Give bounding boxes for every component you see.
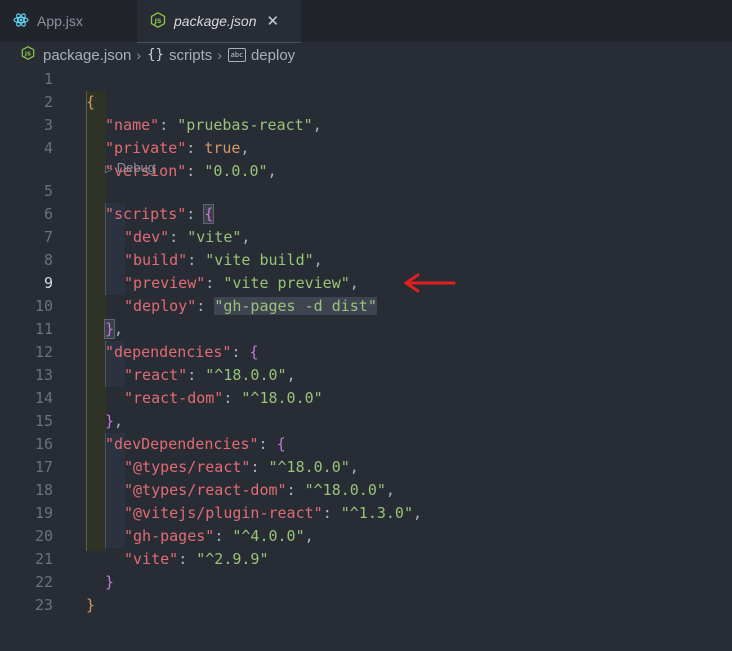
code-line: "name": "pruebas-react", xyxy=(105,116,322,134)
tab-label: App.jsx xyxy=(37,13,83,29)
code-line: "preview": "vite preview", xyxy=(124,274,359,292)
annotation-arrow-icon xyxy=(404,273,456,293)
tab-app-jsx[interactable]: App.jsx xyxy=(0,0,136,42)
close-brace: } xyxy=(86,596,96,614)
code-line: }, xyxy=(105,412,124,430)
code-line: "dependencies": { xyxy=(105,343,259,361)
code-line-active: "deploy": "gh-pages -d dist" xyxy=(124,297,377,315)
chevron-right-icon: › xyxy=(217,47,222,63)
tab-package-json[interactable]: JS package.json ✕ xyxy=(137,0,301,43)
breadcrumb-deploy[interactable]: abc deploy xyxy=(227,46,296,64)
svg-text:JS: JS xyxy=(153,16,161,24)
breadcrumb-file[interactable]: JS package.json xyxy=(21,45,132,64)
code-line: "@vitejs/plugin-react": "^1.3.0", xyxy=(124,504,423,522)
breadcrumb-scripts[interactable]: {} scripts xyxy=(147,47,212,64)
breadcrumb-file-label: package.json xyxy=(43,46,132,64)
debug-codelens[interactable]: ▷ Debug xyxy=(105,158,155,178)
code-line: "dev": "vite", xyxy=(124,228,251,246)
code-line: "devDependencies": { xyxy=(105,435,286,453)
code-editor[interactable]: 1 2 3 4 5 6 7 8 9 10 11 12 13 14 15 16 1… xyxy=(0,68,732,651)
debug-codelens-label: Debug xyxy=(116,160,156,175)
tab-label: package.json xyxy=(174,13,257,29)
code-line: "vite": "^2.9.9" xyxy=(124,550,269,568)
svg-text:JS: JS xyxy=(24,51,31,57)
chevron-right-icon: › xyxy=(136,47,142,63)
code-line: "gh-pages": "^4.0.0", xyxy=(124,527,314,545)
braces-icon: {} xyxy=(147,47,164,63)
code-line: { xyxy=(0,68,732,111)
code-line: "react-dom": "^18.0.0" xyxy=(124,389,323,407)
breadcrumb-deploy-label: deploy xyxy=(250,46,296,64)
json-icon: JS xyxy=(21,45,35,64)
code-line: "build": "vite build", xyxy=(124,251,323,269)
code-line: "@types/react": "^18.0.0", xyxy=(124,458,359,476)
code-line: "@types/react-dom": "^18.0.0", xyxy=(124,481,395,499)
breadcrumb-scripts-label: scripts xyxy=(168,46,213,64)
json-string: "0.0.0" xyxy=(204,162,268,180)
breadcrumb: JS package.json › {} scripts › abc deplo… xyxy=(0,42,732,68)
code-line: "private": true, xyxy=(105,139,250,157)
play-icon: ▷ xyxy=(105,164,113,175)
tab-bar: App.jsx JS package.json ✕ xyxy=(0,0,732,43)
json-icon: JS xyxy=(150,11,166,31)
close-icon[interactable]: ✕ xyxy=(267,12,280,30)
code-line: "scripts": { xyxy=(105,204,215,224)
react-icon xyxy=(13,12,29,31)
code-line: } xyxy=(0,571,732,614)
code-line: } xyxy=(0,548,732,591)
string-value-icon: abc xyxy=(227,48,246,62)
code-line: }, xyxy=(103,319,124,339)
code-line: "react": "^18.0.0", xyxy=(124,366,296,384)
code-line: "version": "0.0.0", xyxy=(105,162,277,180)
